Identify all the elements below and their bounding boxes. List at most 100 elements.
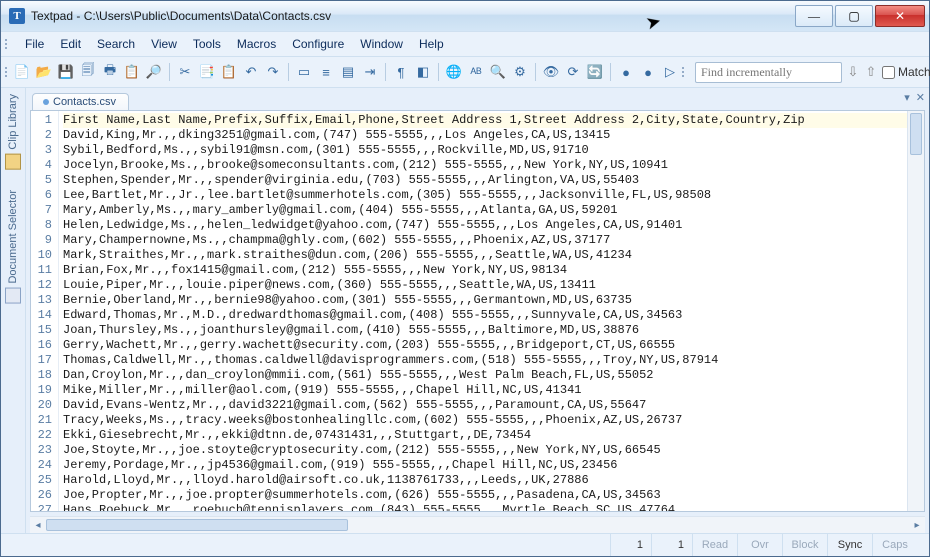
hscroll-right-icon[interactable]: ▸	[909, 517, 925, 533]
titlebar[interactable]: Textpad - C:\Users\Public\Documents\Data…	[1, 1, 929, 31]
tab-dropdown-icon[interactable]: ▾	[904, 91, 910, 104]
toolbar-separator	[169, 63, 170, 81]
close-button[interactable]: ✕	[875, 5, 925, 27]
toolbar-button[interactable]: 👁	[541, 62, 561, 82]
horizontal-scrollbar[interactable]: ◂ ▸	[30, 516, 925, 533]
toolbar-button[interactable]: ⚙	[510, 62, 530, 82]
menu-file[interactable]: File	[17, 35, 52, 53]
vertical-scrollbar-thumb[interactable]	[910, 113, 922, 155]
toolbar-button[interactable]: ↶	[241, 62, 261, 82]
toolbar-button[interactable]: 🌐	[444, 62, 464, 82]
menu-tools[interactable]: Tools	[185, 35, 229, 53]
text-line[interactable]: Gerry,Wachett,Mr.,,gerry.wachett@securit…	[63, 338, 907, 353]
toolbar-button[interactable]: ●	[638, 62, 658, 82]
text-line[interactable]: Jocelyn,Brooke,Ms.,,brooke@someconsultan…	[63, 158, 907, 173]
text-line[interactable]: Sybil,Bedford,Ms.,,sybil91@msn.com,(301)…	[63, 143, 907, 158]
text-line[interactable]: Stephen,Spender,Mr.,,spender@virginia.ed…	[63, 173, 907, 188]
app-window: Textpad - C:\Users\Public\Documents\Data…	[0, 0, 930, 557]
toolbar-grip[interactable]	[5, 61, 7, 83]
menu-search[interactable]: Search	[89, 35, 143, 53]
text-line[interactable]: Bernie,Oberland,Mr.,,bernie98@yahoo.com,…	[63, 293, 907, 308]
match-case-checkbox[interactable]	[882, 66, 895, 79]
match-case-label: Match case	[898, 65, 930, 79]
text-line[interactable]: Brian,Fox,Mr.,,fox1415@gmail.com,(212) 5…	[63, 263, 907, 278]
horizontal-scrollbar-thumb[interactable]	[46, 519, 348, 531]
toolbar-button[interactable]: ⇥	[360, 62, 380, 82]
toolbar-button[interactable]: ↷	[263, 62, 283, 82]
text-line[interactable]: Mike,Miller,Mr.,,miller@aol.com,(919) 55…	[63, 383, 907, 398]
toolbar-button[interactable]: ▤	[338, 62, 358, 82]
line-number: 22	[31, 428, 52, 443]
toolbar-button[interactable]: ●	[616, 62, 636, 82]
text-line[interactable]: Joe,Stoyte,Mr.,,joe.stoyte@cryptosecurit…	[63, 443, 907, 458]
text-line[interactable]: Joan,Thursley,Ms.,,joanthursley@gmail.co…	[63, 323, 907, 338]
tab-close-icon[interactable]: ✕	[916, 91, 925, 104]
toolbar-button[interactable]: 📋	[219, 62, 239, 82]
menu-configure[interactable]: Configure	[284, 35, 352, 53]
text-line[interactable]: David,Evans-Wentz,Mr.,,david3221@gmail.c…	[63, 398, 907, 413]
toolbar-button[interactable]: 📂	[34, 62, 54, 82]
text-line[interactable]: Helen,Ledwidge,Ms.,,helen_ledwidget@yaho…	[63, 218, 907, 233]
find-next-icon[interactable]: ⇩	[846, 65, 860, 79]
toolbar-button[interactable]: 💾	[56, 62, 76, 82]
minimize-button[interactable]: —	[795, 5, 833, 27]
match-case-toggle[interactable]: Match case	[882, 65, 930, 79]
toolbar-button[interactable]: ≡	[316, 62, 336, 82]
text-line[interactable]: Mark,Straithes,Mr.,,mark.straithes@dun.c…	[63, 248, 907, 263]
text-line[interactable]: Harold,Lloyd,Mr.,,lloyd.harold@airsoft.c…	[63, 473, 907, 488]
side-tab-document-selector[interactable]: Document Selector	[5, 190, 21, 304]
menubar-grip[interactable]	[5, 35, 11, 53]
toolbar-button[interactable]: ⟳	[563, 62, 583, 82]
findbar-grip[interactable]	[682, 61, 688, 83]
text-line[interactable]: Tracy,Weeks,Ms.,,tracy.weeks@bostonheali…	[63, 413, 907, 428]
app-icon	[9, 8, 25, 24]
text-line[interactable]: Hans,Roebuck,Mr.,,roebuch@tennisplayers.…	[63, 503, 907, 511]
text-line[interactable]: Mary,Champernowne,Ms.,,champma@ghly.com,…	[63, 233, 907, 248]
toolbar-button[interactable]: 🔄	[585, 62, 605, 82]
toolbar-button[interactable]: ▷	[660, 62, 680, 82]
toolbar-button[interactable]: 🔍	[488, 62, 508, 82]
menu-macros[interactable]: Macros	[229, 35, 284, 53]
status-sync: Sync	[827, 534, 872, 556]
toolbar-button[interactable]: ✂	[175, 62, 195, 82]
text-line[interactable]: Dan,Croylon,Mr.,,dan_croylon@mmii.com,(5…	[63, 368, 907, 383]
hscroll-left-icon[interactable]: ◂	[30, 517, 46, 533]
side-rail: Clip Library Document Selector	[1, 88, 26, 533]
toolbar-button[interactable]: 🖶	[100, 62, 120, 82]
text-editor[interactable]: 1234567891011121314151617181920212223242…	[30, 110, 925, 512]
text-line[interactable]: Jeremy,Pordage,Mr.,,jp4536@gmail.com,(91…	[63, 458, 907, 473]
maximize-button[interactable]: ▢	[835, 5, 873, 27]
find-input[interactable]	[695, 62, 842, 83]
line-number: 20	[31, 398, 52, 413]
toolbar-button[interactable]: ◧	[413, 62, 433, 82]
menu-view[interactable]: View	[143, 35, 185, 53]
text-line[interactable]: Thomas,Caldwell,Mr.,,thomas.caldwell@dav…	[63, 353, 907, 368]
line-number: 5	[31, 173, 52, 188]
toolbar-button[interactable]: 🔎	[144, 62, 164, 82]
toolbar-button[interactable]: ᴬᴮ	[466, 62, 486, 82]
toolbar-button[interactable]: 🗐	[78, 62, 98, 82]
menu-help[interactable]: Help	[411, 35, 452, 53]
toolbar-button[interactable]: 📑	[197, 62, 217, 82]
toolbar-button[interactable]: 📋	[122, 62, 142, 82]
side-tab-clip-library[interactable]: Clip Library	[5, 94, 21, 170]
text-line[interactable]: Lee,Bartlet,Mr.,Jr.,lee.bartlet@summerho…	[63, 188, 907, 203]
find-prev-icon[interactable]: ⇧	[864, 65, 878, 79]
toolbar-button[interactable]: 📄	[12, 62, 32, 82]
text-line[interactable]: David,King,Mr.,,dking3251@gmail.com,(747…	[63, 128, 907, 143]
menu-window[interactable]: Window	[352, 35, 411, 53]
text-content[interactable]: First Name,Last Name,Prefix,Suffix,Email…	[59, 111, 907, 511]
line-number: 16	[31, 338, 52, 353]
text-line[interactable]: Joe,Propter,Mr.,,joe.propter@summerhotel…	[63, 488, 907, 503]
menu-edit[interactable]: Edit	[52, 35, 89, 53]
document-tab-active[interactable]: Contacts.csv	[32, 93, 129, 110]
toolbar-button[interactable]: ¶	[391, 62, 411, 82]
toolbar-button[interactable]: ▭	[294, 62, 314, 82]
text-line[interactable]: Edward,Thomas,Mr.,M.D.,dredwardthomas@gm…	[63, 308, 907, 323]
line-number: 25	[31, 473, 52, 488]
text-line[interactable]: First Name,Last Name,Prefix,Suffix,Email…	[63, 113, 907, 128]
vertical-scrollbar[interactable]	[907, 111, 924, 511]
text-line[interactable]: Louie,Piper,Mr.,,louie.piper@news.com,(3…	[63, 278, 907, 293]
text-line[interactable]: Mary,Amberly,Ms.,,mary_amberly@gmail.com…	[63, 203, 907, 218]
text-line[interactable]: Ekki,Giesebrecht,Mr.,,ekki@dtnn.de,07431…	[63, 428, 907, 443]
